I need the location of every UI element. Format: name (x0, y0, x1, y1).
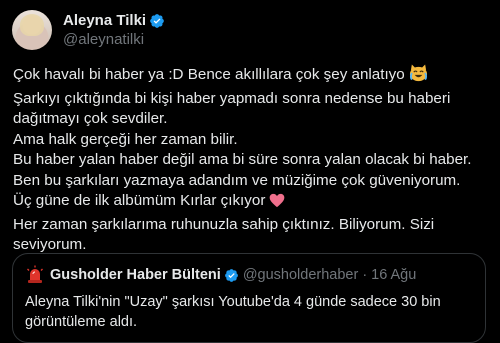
tweet-line: Ama halk gerçeği her zaman bilir. (13, 130, 238, 148)
author-handle[interactable]: @aleynatilki (63, 31, 165, 48)
tweet-line: Şarkıyı çıktığında bi kişi haber yapmadı… (13, 89, 451, 107)
verified-badge-icon (150, 13, 164, 28)
quoted-tweet[interactable]: Gusholder Haber Bülteni @gusholderhaber … (12, 253, 486, 343)
laughing-crying-cat-emoji-icon (409, 64, 428, 89)
separator-dot: · (362, 267, 368, 283)
quoted-author-name[interactable]: Gusholder Haber Bülteni (50, 267, 221, 283)
tweet-line: Bu haber yalan haber değil ama bi süre s… (13, 151, 472, 168)
tweet-line: Çok havalı bi haber ya :D Bence akıllıla… (13, 64, 488, 89)
author-avatar[interactable] (12, 10, 52, 50)
quoted-tweet-header: Gusholder Haber Bülteni @gusholderhaber … (25, 265, 416, 285)
quoted-tweet-text: Aleyna Tilki'nin "Uzay" şarkısı Youtube'… (25, 294, 441, 330)
author-display-name[interactable]: Aleyna Tilki (63, 12, 146, 29)
tweet-body: Çok havalı bi haber ya :D Bence akıllıla… (13, 64, 488, 256)
tweet-line: Üç güne de ilk albümüm Kırlar çıkıyor (13, 191, 488, 215)
alarm-siren-icon[interactable] (25, 265, 45, 285)
author-names: Aleyna Tilki @aleynatilki (63, 12, 165, 48)
tweet-line: Her zaman şarkılarıma ruhunuzla sahip çı… (13, 215, 435, 233)
heart-emoji-icon (269, 193, 285, 215)
tweet-line: dağıtmayı çok sevdiler. (13, 110, 168, 127)
tweet-line: Ben bu şarkıları yazmaya adandım ve müzi… (13, 171, 461, 189)
quoted-tweet-date[interactable]: 16 Ağu (371, 267, 416, 283)
tweet-header: Aleyna Tilki @aleynatilki (12, 10, 165, 50)
quoted-verified-badge-icon (224, 268, 238, 282)
quoted-author-handle[interactable]: @gusholderhaber (243, 267, 359, 283)
author-name-row: Aleyna Tilki (63, 12, 165, 29)
